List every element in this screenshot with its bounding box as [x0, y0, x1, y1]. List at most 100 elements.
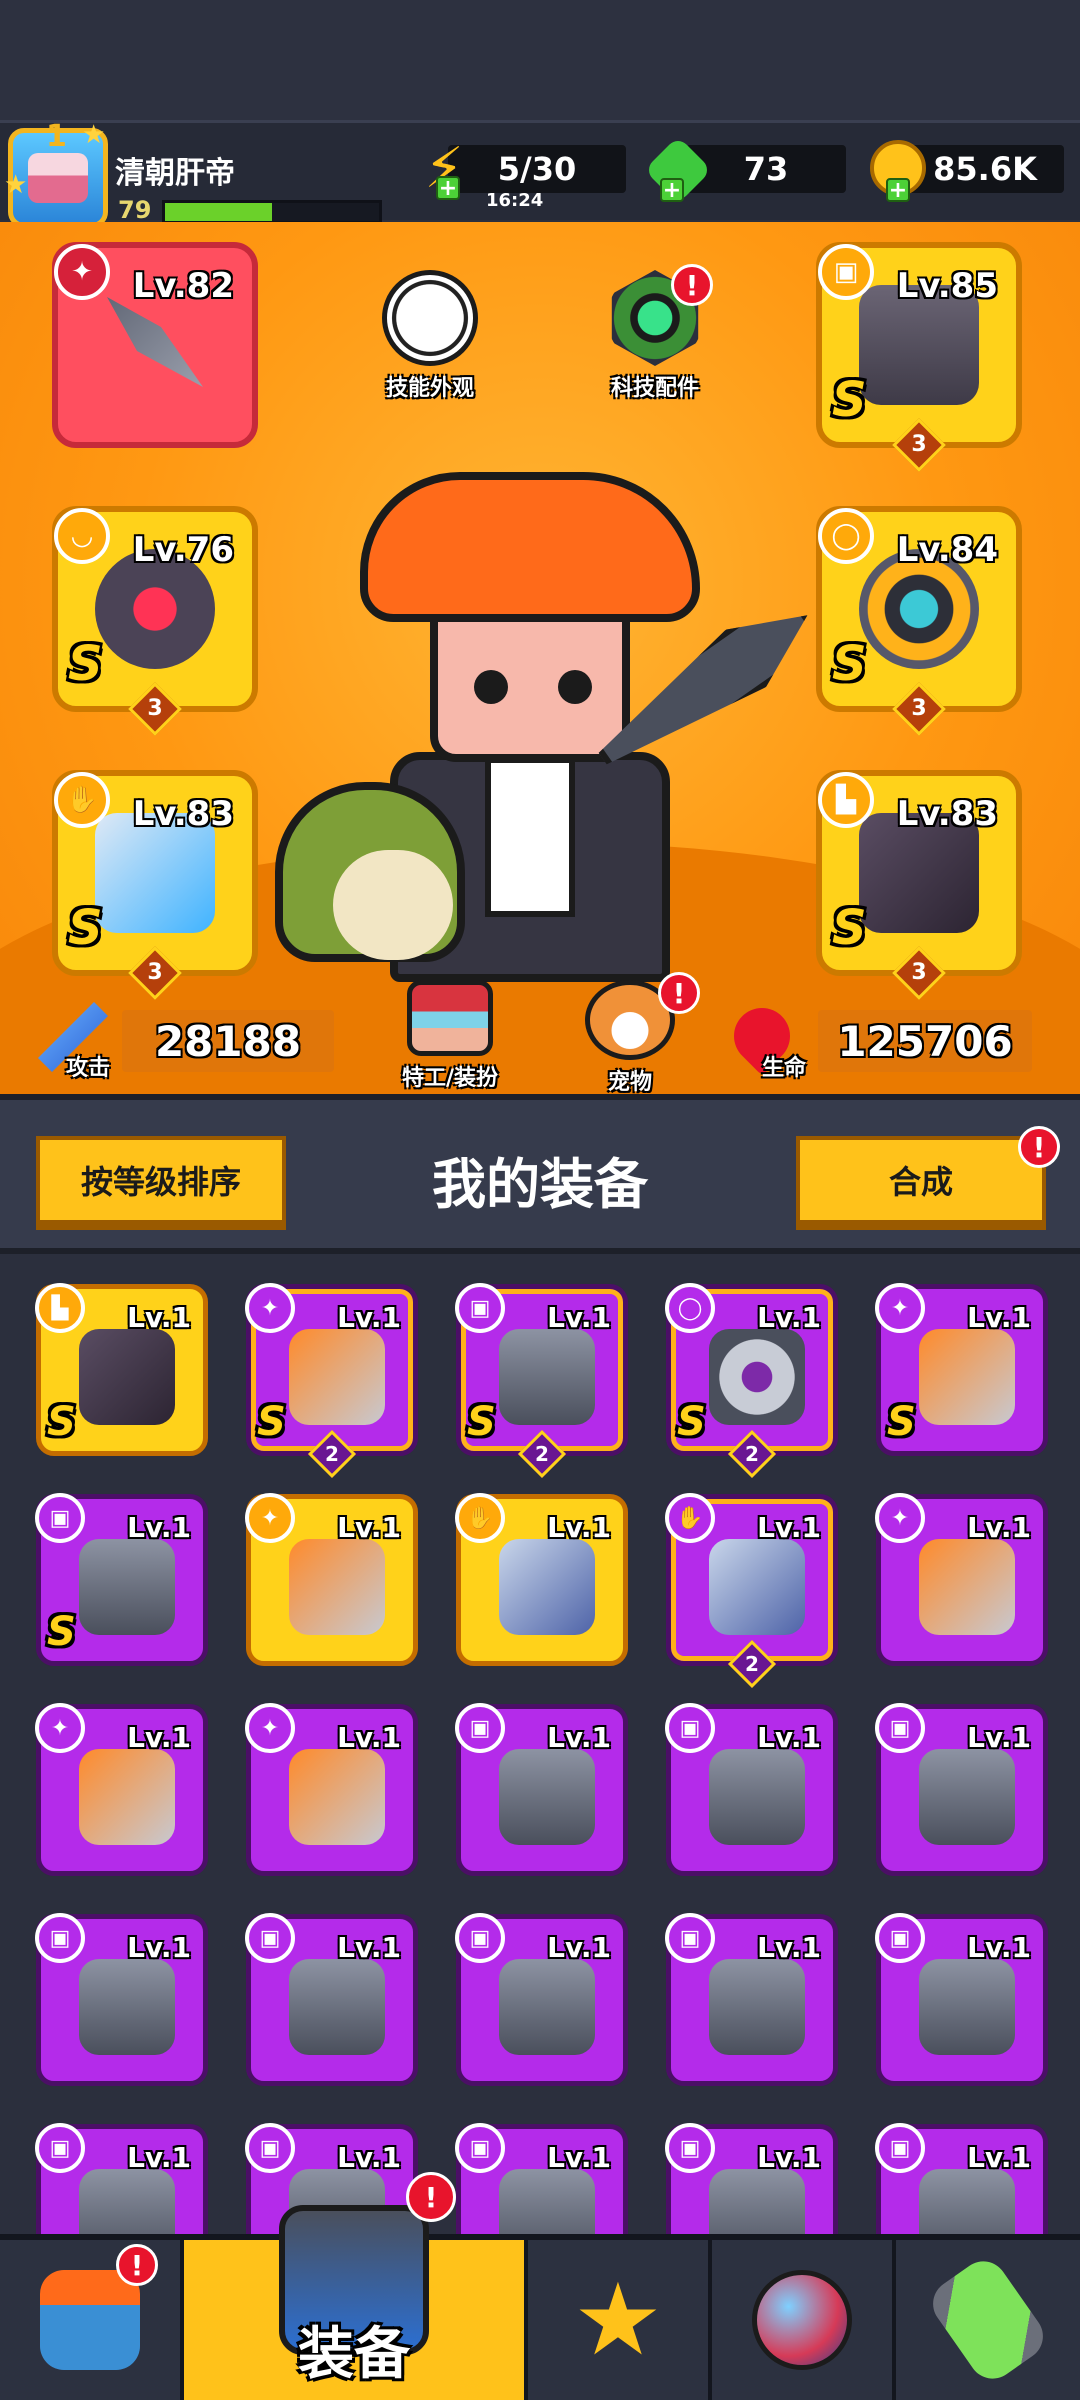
eye — [474, 670, 508, 704]
add-gems-button[interactable]: + — [660, 178, 684, 203]
tech-parts-button[interactable]: 科技配件 ! — [585, 264, 725, 402]
equipment-card[interactable]: ▣ Lv.1 — [455, 1703, 628, 1876]
armor-type-icon: ▣ — [455, 1703, 505, 1753]
nav-events[interactable] — [712, 2240, 896, 2400]
card-level: Lv.1 — [967, 1301, 1031, 1334]
equipment-card[interactable]: ▣ Lv.1 S — [35, 1493, 208, 1666]
equipment-card[interactable]: ▣ Lv.1 — [455, 2123, 628, 2234]
equipment-card[interactable]: ✋ Lv.1 — [455, 1493, 628, 1666]
weapon-type-icon: ✦ — [35, 1703, 85, 1753]
star-icon: ★ — [4, 170, 28, 200]
glove-icon — [709, 1539, 805, 1635]
soccer-ball-icon — [382, 270, 478, 366]
boot-icon — [79, 1329, 175, 1425]
card-level: Lv.1 — [967, 1931, 1031, 1964]
nav-battle[interactable]: ★ — [528, 2240, 712, 2400]
status-area — [0, 0, 1080, 120]
gold-counter[interactable]: 85.6K — [906, 145, 1064, 193]
slot-necklace[interactable]: ◡ Lv.76 S 3 — [52, 506, 258, 736]
equipment-card[interactable]: ✋ Lv.1 2 — [665, 1493, 838, 1689]
card-level: Lv.1 — [127, 1511, 191, 1544]
nav-lab[interactable] — [896, 2240, 1080, 2400]
armor-icon — [499, 1959, 595, 2055]
slot-glove[interactable]: ✋ Lv.83 S 3 — [52, 770, 258, 1000]
slot-level: Lv.76 — [132, 530, 234, 570]
slot-boot[interactable]: ▙ Lv.83 S 3 — [816, 770, 1022, 1000]
equipment-card[interactable]: ▣ Lv.1 — [875, 1913, 1048, 2086]
my-equipment-title: 我的装备 — [432, 1153, 648, 1216]
card-level: Lv.1 — [127, 1301, 191, 1334]
equipment-card[interactable]: ▣ Lv.1 — [665, 1913, 838, 2086]
skill-skin-label: 技能外观 — [385, 376, 474, 401]
pet-button[interactable]: 宠物 ! — [570, 972, 700, 1094]
hero-stage: ✦ Lv.82 ◡ Lv.76 S 3 ✋ Lv.83 S 3 ▣ Lv.85 … — [0, 222, 1080, 1094]
equipment-card[interactable]: ✦ Lv.1 — [875, 1493, 1048, 1666]
tech-parts-label: 科技配件 — [610, 376, 699, 401]
equipment-card[interactable]: ▣ Lv.1 — [875, 1703, 1048, 1876]
eye — [558, 670, 592, 704]
equipment-card[interactable]: ✦ Lv.1 — [245, 1493, 418, 1666]
weapon-type-icon: ✦ — [245, 1283, 295, 1333]
armor-type-icon: ▣ — [665, 1703, 715, 1753]
energy-timer: 16:24 — [486, 190, 544, 211]
equipment-card[interactable]: ✦ Lv.1 — [245, 1703, 418, 1876]
add-gold-button[interactable]: + — [886, 178, 910, 203]
equipment-card[interactable]: ▣ Lv.1 — [245, 1913, 418, 2086]
gem-counter[interactable]: 73 — [686, 145, 846, 193]
merge-button[interactable]: 合成 — [796, 1136, 1046, 1230]
gem-value: 73 — [743, 150, 789, 188]
glove-type-icon: ✋ — [455, 1493, 505, 1543]
weapon-icon — [289, 1329, 385, 1425]
slot-level: Lv.83 — [896, 794, 998, 834]
card-level: Lv.1 — [757, 1511, 821, 1544]
agent-outfit-button[interactable]: 特工/装扮 — [375, 980, 525, 1092]
shop-icon — [40, 2270, 140, 2370]
armor-type-icon: ▣ — [245, 1913, 295, 1963]
equipment-card[interactable]: ▣ Lv.1 — [35, 1913, 208, 2086]
equipment-card[interactable]: ▣ Lv.1 — [665, 2123, 838, 2234]
skill-skin-button[interactable]: 技能外观 — [360, 270, 500, 402]
dna-icon — [923, 2252, 1053, 2388]
nav-equipment-label: 装备 — [298, 2322, 410, 2387]
slot-belt[interactable]: ◯ Lv.84 S 3 — [816, 506, 1022, 736]
card-level: Lv.1 — [337, 1721, 401, 1754]
glove-icon — [499, 1539, 595, 1635]
card-level: Lv.1 — [547, 1931, 611, 1964]
necklace-type-icon: ◡ — [54, 508, 110, 564]
equipment-card[interactable]: ◯ Lv.1 S 2 — [665, 1283, 838, 1479]
nav-shop[interactable]: ! — [0, 2240, 184, 2400]
equipment-card[interactable]: ✦ Lv.1 S — [875, 1283, 1048, 1456]
equipment-card[interactable]: ▣ Lv.1 — [875, 2123, 1048, 2234]
weapon-icon — [289, 1539, 385, 1635]
boot-type-icon: ▙ — [35, 1283, 85, 1333]
equipment-card[interactable]: ▣ Lv.1 — [455, 1913, 628, 2086]
cake-icon — [28, 119, 88, 203]
frog-belly — [333, 850, 453, 960]
weapon-icon — [79, 1749, 175, 1845]
armor-type-icon: ▣ — [875, 1913, 925, 1963]
card-level: Lv.1 — [127, 2141, 191, 2174]
slot-level: Lv.83 — [132, 794, 234, 834]
nav-equipment[interactable]: 装备 ! — [184, 2172, 528, 2400]
card-level: Lv.1 — [547, 1511, 611, 1544]
equipment-card[interactable]: ✦ Lv.1 S 2 — [245, 1283, 418, 1479]
armor-icon — [919, 2169, 1015, 2234]
sort-by-level-button[interactable]: 按等级排序 — [36, 1136, 286, 1230]
battle-star-icon: ★ — [573, 2261, 663, 2378]
add-energy-button[interactable]: + — [436, 176, 460, 201]
card-level: Lv.1 — [757, 1931, 821, 1964]
energy-counter[interactable]: 5/30 — [448, 145, 626, 193]
equipment-card[interactable]: ▣ Lv.1 — [665, 1703, 838, 1876]
equipment-card[interactable]: ✦ Lv.1 — [35, 1703, 208, 1876]
equipment-card[interactable]: ▣ Lv.1 S 2 — [455, 1283, 628, 1479]
slot-level: Lv.85 — [896, 266, 998, 306]
glove-type-icon: ✋ — [665, 1493, 715, 1543]
slot-stars: 3 — [892, 682, 946, 736]
armor-type-icon: ▣ — [455, 1913, 505, 1963]
card-rank: S — [47, 1609, 76, 1655]
equipment-card[interactable]: ▙ Lv.1 S — [35, 1283, 208, 1456]
slot-armor[interactable]: ▣ Lv.85 S 3 — [816, 242, 1022, 472]
hp-label: 生命 — [762, 1056, 807, 1081]
slot-weapon[interactable]: ✦ Lv.82 — [52, 242, 258, 448]
equipment-card[interactable]: ▣ Lv.1 — [35, 2123, 208, 2234]
